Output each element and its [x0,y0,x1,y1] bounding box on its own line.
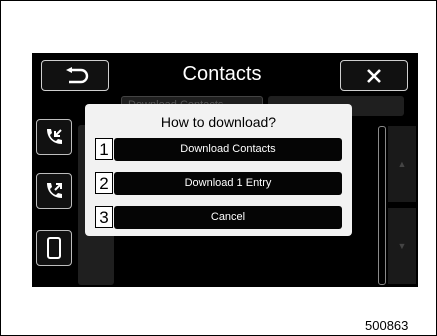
dialog-title: How to download? [160,114,277,130]
top-bar: Contacts [32,53,418,97]
scroll-up-button[interactable]: ▲ [388,126,416,202]
sidebar-item-outgoing-calls[interactable] [36,173,72,209]
callout-number: 3 [95,206,113,228]
close-button[interactable] [340,60,408,91]
close-x-icon [367,68,381,83]
page-title: Contacts [182,63,262,85]
sidebar-item-phone[interactable] [36,230,72,266]
back-arrow-icon [66,66,89,83]
callout-number: 1 [95,138,113,160]
download-one-entry-button[interactable]: Download 1 Entry [114,172,342,195]
mobile-phone-icon [47,237,61,259]
callout-number: 2 [95,172,113,194]
outgoing-call-icon [47,183,62,198]
figure-code: 500863 [365,318,409,333]
sidebar-item-incoming-calls[interactable] [36,119,72,155]
download-dialog: How to download? 1 Download Contacts 2 D… [85,104,352,236]
scrollbar[interactable] [378,126,386,285]
download-contacts-button[interactable]: Download Contacts [114,138,342,161]
incoming-call-icon [47,129,62,144]
back-button[interactable] [41,60,109,91]
cancel-button[interactable]: Cancel [114,206,342,229]
scroll-down-button[interactable]: ▼ [388,208,416,284]
